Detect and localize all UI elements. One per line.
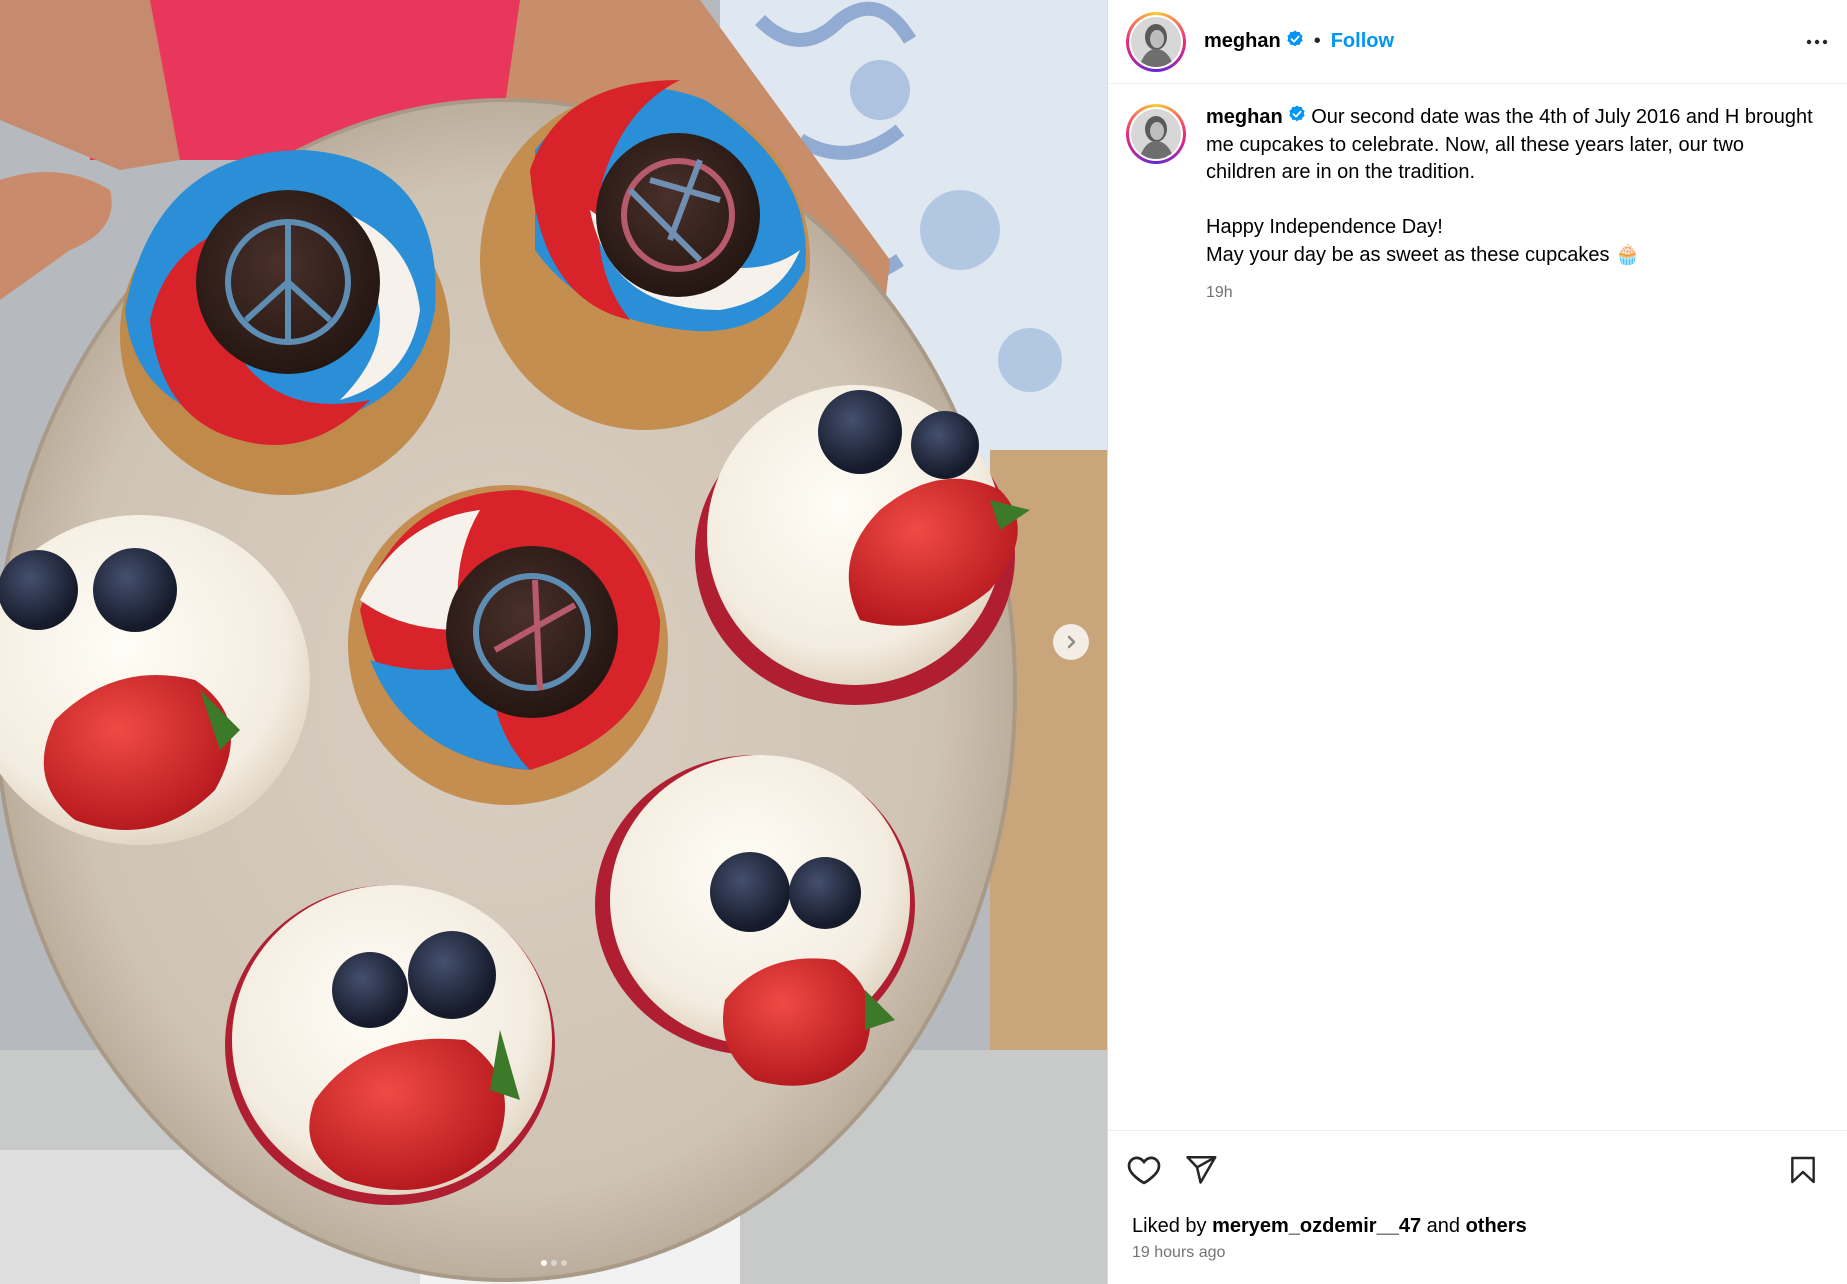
- caption-avatar[interactable]: [1126, 104, 1186, 164]
- carousel-dot: [560, 1260, 567, 1266]
- carousel-next-button[interactable]: [1053, 624, 1089, 660]
- header-separator: •: [1313, 30, 1321, 52]
- caption-text: meghan Our second date was the 4th of Ju…: [1206, 104, 1816, 269]
- avatar-photo: [1131, 16, 1181, 67]
- caption-username[interactable]: meghan: [1206, 106, 1283, 128]
- carousel-indicator: [0, 1260, 1107, 1266]
- heart-icon: [1127, 1155, 1161, 1184]
- likes-summary: Liked by meryem_ozdemir__47 and others: [1108, 1208, 1847, 1244]
- likes-others[interactable]: others: [1466, 1215, 1527, 1237]
- likes-middle: and: [1421, 1215, 1466, 1237]
- caption: meghan Our second date was the 4th of Ju…: [1126, 104, 1829, 307]
- caption-timestamp[interactable]: 19h: [1206, 279, 1816, 307]
- caption-body: meghan Our second date was the 4th of Ju…: [1206, 104, 1816, 307]
- send-icon: [1186, 1155, 1217, 1184]
- avatar-photo: [1131, 109, 1181, 159]
- more-options-icon: [1806, 39, 1828, 44]
- share-button[interactable]: [1184, 1153, 1218, 1187]
- post-container: meghan • Follow meghan Our second date w…: [0, 0, 1847, 1284]
- carousel-dot: [550, 1260, 557, 1266]
- post-date[interactable]: 19 hours ago: [1108, 1244, 1847, 1284]
- like-button[interactable]: [1126, 1152, 1162, 1188]
- chevron-right-icon: [1067, 635, 1076, 649]
- save-button[interactable]: [1787, 1153, 1819, 1187]
- more-options-button[interactable]: [1805, 30, 1829, 54]
- header-username[interactable]: meghan: [1204, 30, 1281, 53]
- verified-badge-icon: [1288, 104, 1306, 132]
- liked-by-user[interactable]: meryem_ozdemir__47: [1212, 1215, 1421, 1237]
- post-side-panel: meghan • Follow meghan Our second date w…: [1107, 0, 1847, 1284]
- post-media[interactable]: [0, 0, 1107, 1284]
- carousel-dot: [540, 1260, 547, 1266]
- follow-button[interactable]: Follow: [1331, 30, 1394, 53]
- comments-section: meghan Our second date was the 4th of Ju…: [1108, 84, 1847, 1130]
- bookmark-icon: [1791, 1156, 1815, 1183]
- cupcakes-photo: [0, 0, 1107, 1284]
- avatar[interactable]: [1126, 11, 1186, 72]
- verified-badge-icon: [1286, 30, 1304, 53]
- likes-prefix: Liked by: [1132, 1215, 1213, 1237]
- action-bar: [1108, 1130, 1847, 1208]
- post-header: meghan • Follow: [1108, 0, 1847, 84]
